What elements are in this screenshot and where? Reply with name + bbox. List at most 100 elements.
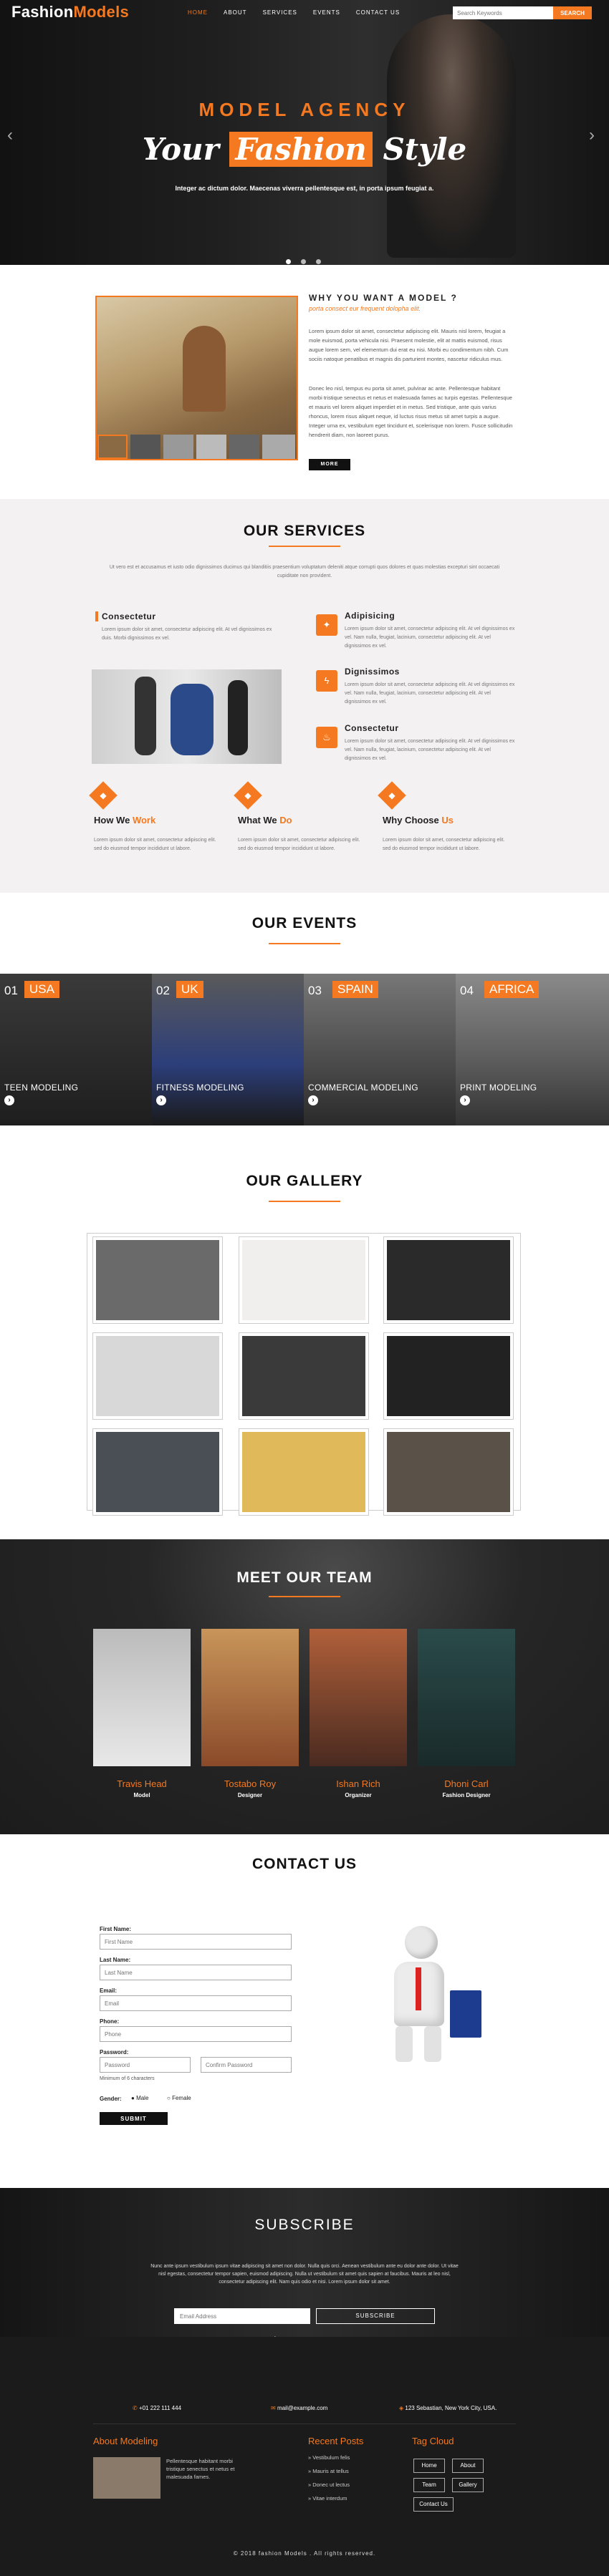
more-button[interactable]: MORE	[309, 459, 350, 470]
service-text: Lorem ipsum dolor sit amet, consectetur …	[345, 626, 515, 649]
gallery-title: OUR GALLERY	[246, 1173, 363, 1189]
why-thumbnail[interactable]	[229, 435, 259, 459]
why-thumbnail[interactable]	[262, 435, 295, 459]
team-photo[interactable]	[201, 1629, 299, 1766]
service-text: Lorem ipsum dolor sit amet, consectetur …	[345, 739, 515, 761]
event-card-uk[interactable]: 02 UK FITNESS MODELING ›	[152, 974, 304, 1125]
search-button[interactable]: SEARCH	[553, 6, 592, 19]
why-subheading: porta consect eur frequent dolopha elit.	[309, 305, 421, 312]
nav-events[interactable]: EVENTS	[313, 9, 340, 16]
why-thumbnail[interactable]	[97, 435, 128, 459]
why-thumbnail[interactable]	[163, 435, 193, 459]
confirm-password-input[interactable]	[201, 2057, 292, 2073]
first-name-input[interactable]	[100, 1934, 292, 1950]
email-input[interactable]	[100, 1995, 292, 2011]
service-text: Lorem ipsum dolor sit amet, consectetur …	[102, 627, 272, 641]
slide-dot[interactable]	[286, 259, 291, 264]
gallery-image[interactable]	[239, 1333, 368, 1419]
about-image	[93, 2457, 160, 2499]
slide-dot[interactable]	[301, 259, 306, 264]
arrow-right-icon[interactable]: ›	[308, 1095, 318, 1105]
tag-gallery[interactable]: Gallery	[452, 2478, 484, 2492]
recent-post-link[interactable]: » Vitae interdum	[308, 2495, 347, 2502]
arrow-right-icon[interactable]: ›	[460, 1095, 470, 1105]
gallery-image[interactable]	[384, 1333, 513, 1419]
tag-home[interactable]: Home	[413, 2459, 445, 2473]
nav-home[interactable]: HOME	[188, 9, 208, 16]
folder	[450, 1990, 481, 2038]
tag-team[interactable]: Team	[413, 2478, 445, 2492]
phone-input[interactable]	[100, 2026, 292, 2042]
last-name-label: Last Name:	[100, 1957, 131, 1963]
team-title: MEET OUR TEAM	[236, 1569, 373, 1586]
recent-post-link[interactable]: » Mauris at tellus	[308, 2468, 349, 2474]
service-text: Lorem ipsum dolor sit amet, consectetur …	[345, 682, 515, 704]
event-number: 01	[4, 984, 18, 997]
why-heading: WHY YOU WANT A MODEL ?	[309, 293, 458, 303]
event-number: 02	[156, 984, 170, 997]
contact-illustration	[373, 1926, 509, 2069]
gender-male-radio[interactable]: ● Male	[131, 2095, 148, 2101]
gender-label: Gender:	[100, 2096, 122, 2102]
recent-post-link[interactable]: » Donec ut lectus	[308, 2481, 350, 2488]
how-heading: What We Do	[238, 815, 292, 825]
gender-female-radio[interactable]: ○ Female	[167, 2095, 191, 2101]
event-card-spain[interactable]: 03 SPAIN COMMERCIAL MODELING ›	[304, 974, 456, 1125]
gallery-image[interactable]	[239, 1429, 368, 1515]
team-photo[interactable]	[310, 1629, 407, 1766]
how-heading: How We Work	[94, 815, 156, 825]
nav-contact[interactable]: CONTACT US	[356, 9, 400, 16]
password-input[interactable]	[100, 2057, 191, 2073]
team-member-name: Ishan Rich	[336, 1778, 380, 1789]
gallery-image[interactable]	[93, 1237, 222, 1323]
gallery-image[interactable]	[93, 1333, 222, 1419]
gallery-image[interactable]	[384, 1237, 513, 1323]
arrow-right-icon[interactable]: ›	[156, 1095, 166, 1105]
title-underline	[269, 546, 340, 547]
slide-dot[interactable]	[316, 259, 321, 264]
nav-about[interactable]: ABOUT	[224, 9, 247, 16]
hero-kicker: MODEL AGENCY	[198, 99, 411, 120]
team-photo[interactable]	[418, 1629, 515, 1766]
team-member-name: Travis Head	[117, 1778, 167, 1789]
tag-about[interactable]: About	[452, 2459, 484, 2473]
submit-button[interactable]: SUBMIT	[100, 2112, 168, 2125]
gallery-image[interactable]	[239, 1237, 368, 1323]
gallery-image[interactable]	[93, 1429, 222, 1515]
copyright: © 2018 fashion Models . All rights reser…	[233, 2550, 376, 2557]
last-name-input[interactable]	[100, 1965, 292, 1980]
logo[interactable]: FashionModels	[11, 3, 129, 21]
title-underline	[269, 1596, 340, 1597]
event-card-usa[interactable]: 01 USA TEEN MODELING ›	[0, 974, 152, 1125]
subscribe-email-input[interactable]	[174, 2308, 310, 2324]
search-input[interactable]	[453, 6, 553, 19]
event-name: TEEN MODELING	[4, 1083, 79, 1093]
bulb-icon: ✦	[316, 614, 337, 636]
event-tag: AFRICA	[484, 981, 540, 998]
title-underline	[269, 943, 340, 944]
gallery-image[interactable]	[384, 1429, 513, 1515]
event-card-africa[interactable]: 04 AFRICA PRINT MODELING ›	[456, 974, 609, 1125]
team-photo[interactable]	[93, 1629, 191, 1766]
subscribe-button[interactable]: SUBSCRIBE	[316, 2308, 435, 2324]
model-figure	[171, 684, 214, 755]
why-thumbnail[interactable]	[130, 435, 160, 459]
event-tag: USA	[24, 981, 59, 998]
event-name: FITNESS MODELING	[156, 1083, 244, 1093]
team-member-role: Organizer	[345, 1792, 372, 1798]
arrow-right-icon[interactable]: ›	[4, 1095, 14, 1105]
recent-post-link[interactable]: » Vestibulum felis	[308, 2454, 350, 2461]
footer	[0, 2337, 609, 2576]
event-name: COMMERCIAL MODELING	[308, 1083, 418, 1093]
phone-icon: ✆	[133, 2405, 138, 2411]
tag-contact-us[interactable]: Contact Us	[413, 2497, 454, 2512]
subscribe-text: Nunc ante ipsum vestibulum ipsum vitae a…	[150, 2264, 459, 2285]
nav-services[interactable]: SERVICES	[263, 9, 297, 16]
service-title: Consectetur	[102, 611, 156, 621]
team-member-role: Designer	[237, 1792, 263, 1798]
footer-email[interactable]: ✉ mail@example.com	[271, 2405, 327, 2411]
main-nav: HOME ABOUT SERVICES EVENTS CONTACT US	[188, 9, 400, 16]
service-title: Consectetur	[345, 723, 399, 733]
hero-subtitle: Integer ac dictum dolor. Maecenas viverr…	[175, 185, 434, 192]
why-thumbnail[interactable]	[196, 435, 226, 459]
